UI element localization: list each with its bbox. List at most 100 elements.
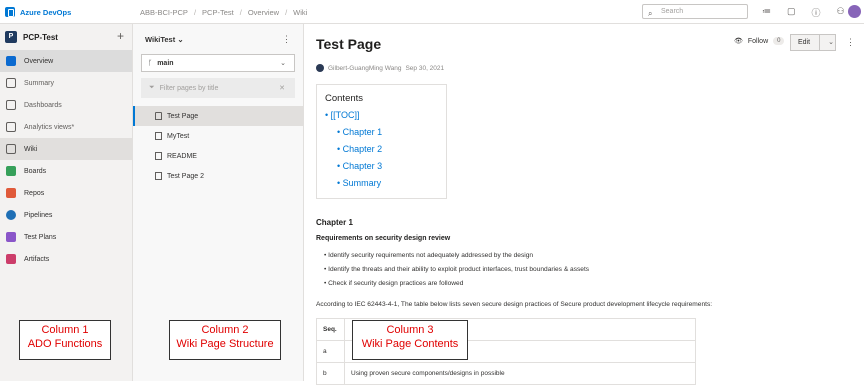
test-plans-icon xyxy=(6,232,16,242)
wiki-page-item[interactable]: Test Page 2 xyxy=(133,166,303,186)
wiki-page-label: Test Page 2 xyxy=(167,172,204,180)
top-bar: Azure DevOps ABB-BCI-PCP / PCP-Test / Over… xyxy=(0,0,864,24)
sidebar-item-wiki[interactable]: Wiki xyxy=(0,138,132,160)
page-meta: Gilbert-GuangMing Wang Sep 30, 2021 xyxy=(316,64,444,72)
breadcrumb-separator: / xyxy=(239,8,242,17)
azure-devops-logo-icon xyxy=(5,7,15,17)
body-paragraph: According to IEC 62443-4-1, The table be… xyxy=(316,301,713,308)
wiki-page-label: Test Page xyxy=(167,112,199,120)
boards-icon xyxy=(6,166,16,176)
sidebar-item-overview[interactable]: Overview xyxy=(0,50,132,72)
branch-icon: ᚴ xyxy=(148,59,153,67)
sidebar-item-label: Test Plans xyxy=(24,233,57,241)
branch-selector[interactable]: ᚴ main ⌄ xyxy=(141,54,295,72)
overview-icon xyxy=(6,56,16,66)
author-avatar xyxy=(316,64,324,72)
column-1-label: Column 1 ADO Functions xyxy=(19,320,111,360)
search-icon: ⌕ xyxy=(648,9,653,18)
eye-icon: 👁 xyxy=(734,38,743,45)
toc-title: Contents xyxy=(325,93,364,104)
home-page-icon xyxy=(155,112,162,120)
column-3-label: Column 3 Wiki Page Contents xyxy=(352,320,468,360)
edit-button[interactable]: Edit ⌄ xyxy=(790,34,836,51)
sidebar-item-test-plans[interactable]: Test Plans xyxy=(0,226,132,248)
toc-item-label: [[TOC]] xyxy=(330,110,360,120)
branch-name: main xyxy=(157,59,174,67)
marketplace-bag-icon[interactable]: ▢ xyxy=(787,6,796,19)
user-settings-icon[interactable]: ⚇ xyxy=(837,6,845,19)
sidebar-item-boards[interactable]: Boards xyxy=(0,160,132,182)
breadcrumb-separator: / xyxy=(193,8,197,17)
sidebar-item-label: Analytics views* xyxy=(24,123,75,131)
wiki-page-item[interactable]: MyTest xyxy=(133,126,303,146)
page-icon xyxy=(155,172,162,180)
toc-item-label: Chapter 3 xyxy=(342,161,383,171)
toc-item[interactable]: • Chapter 3 xyxy=(325,161,446,178)
sidebar-item-label: Artifacts xyxy=(24,255,50,263)
requirements-list: Identify security requirements not adequ… xyxy=(324,252,589,294)
filter-pages-input[interactable]: ⏷ Filter pages by title ✕ xyxy=(141,78,295,98)
sidebar-item-label: Pipelines xyxy=(24,211,53,219)
more-options-icon[interactable]: ⋮ xyxy=(846,37,855,48)
list-item: Identify security requirements not adequ… xyxy=(324,252,589,266)
sidebar-item-pipelines[interactable]: Pipelines xyxy=(0,204,132,226)
wiki-page-item[interactable]: README xyxy=(133,146,303,166)
toc-item-label: Chapter 2 xyxy=(342,144,383,154)
page-icon xyxy=(155,152,162,160)
sidebar-item-analytics[interactable]: Analytics views* xyxy=(0,116,132,138)
follow-count: 0 xyxy=(773,37,785,45)
project-header[interactable]: P PCP-Test + xyxy=(0,24,132,50)
brand[interactable]: Azure DevOps xyxy=(5,7,71,17)
breadcrumb-org[interactable]: ABB-BCI-PCP xyxy=(140,8,188,17)
pipelines-icon xyxy=(6,210,16,220)
list-item: Identify the threats and their ability t… xyxy=(324,266,589,280)
breadcrumb-project[interactable]: PCP-Test xyxy=(202,8,234,17)
sidebar-item-repos[interactable]: Repos xyxy=(0,182,132,204)
breadcrumb-wiki[interactable]: Wiki xyxy=(293,8,307,17)
breadcrumb-separator: / xyxy=(285,8,288,17)
help-icon[interactable]: ⓘ xyxy=(812,6,821,19)
label-line: Column 2 xyxy=(201,324,249,336)
breadcrumb-overview[interactable]: Overview xyxy=(248,8,279,17)
wiki-page-item[interactable]: Test Page xyxy=(133,106,303,126)
sidebar-item-summary[interactable]: Summary xyxy=(0,72,132,94)
search-placeholder: Search xyxy=(661,8,684,15)
wiki-page-label: README xyxy=(167,152,197,160)
breadcrumb: ABB-BCI-PCP / PCP-Test / Overview / Wiki xyxy=(140,8,307,17)
repos-icon xyxy=(6,188,16,198)
table-cell: a xyxy=(316,340,345,363)
brand-name: Azure DevOps xyxy=(20,7,72,17)
wiki-selector[interactable]: WikiTest ⌄ ⋮ xyxy=(133,24,303,54)
wiki-name: WikiTest xyxy=(145,34,176,44)
page-icon xyxy=(155,132,162,140)
avatar[interactable] xyxy=(848,5,861,18)
settings-list-icon[interactable]: ≔ xyxy=(762,6,771,19)
more-options-icon[interactable]: ⋮ xyxy=(282,34,291,45)
edit-label: Edit xyxy=(798,39,811,46)
page-title: Test Page xyxy=(316,36,382,52)
sidebar-item-dashboards[interactable]: Dashboards xyxy=(0,94,132,116)
project-name: PCP-Test xyxy=(23,32,58,42)
add-icon[interactable]: + xyxy=(117,29,124,43)
sidebar-item-artifacts[interactable]: Artifacts xyxy=(0,248,132,270)
table-cell: Using proven secure components/designs i… xyxy=(344,362,696,385)
sidebar-item-label: Wiki xyxy=(24,145,38,153)
toc-item[interactable]: • [[TOC]] xyxy=(325,110,446,127)
toc-item[interactable]: • Chapter 2 xyxy=(325,144,446,161)
list-item: Check if security design practices are f… xyxy=(324,280,589,294)
follow-button[interactable]: 👁 Follow 0 xyxy=(734,37,785,45)
sidebar-item-label: Summary xyxy=(24,79,54,87)
follow-label: Follow xyxy=(747,37,769,45)
toc-item[interactable]: • Chapter 1 xyxy=(325,127,446,144)
chevron-down-icon[interactable]: ⌄ xyxy=(819,35,835,50)
sidebar-item-label: Overview xyxy=(24,57,54,65)
author-name[interactable]: Gilbert-GuangMing Wang xyxy=(328,65,401,72)
filter-icon: ⏷ xyxy=(149,84,155,91)
label-line: Wiki Page Structure xyxy=(176,338,274,350)
search-input[interactable]: ⌕ Search xyxy=(642,4,748,19)
dashboards-icon xyxy=(6,100,16,110)
toc-item[interactable]: • Summary xyxy=(325,178,446,195)
clear-icon[interactable]: ✕ xyxy=(279,84,285,92)
wiki-page-label: MyTest xyxy=(167,132,190,140)
project-badge: P xyxy=(5,31,17,43)
